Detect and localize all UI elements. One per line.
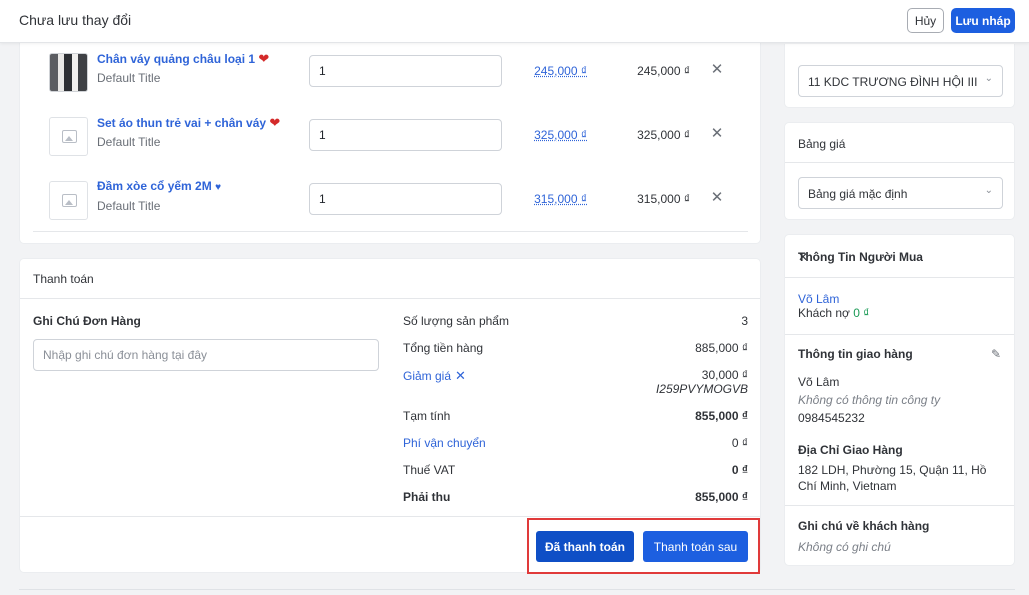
- summary-row-subtotal: Tổng tiền hàng 885,000 ₫: [403, 341, 748, 359]
- product-row: Chân váy quảng châu loại 1 ❤ Default Tit…: [20, 40, 762, 104]
- discount-link[interactable]: Giảm giá ✕: [403, 368, 466, 384]
- product-thumbnail: [49, 181, 88, 220]
- product-row: Đầm xòe cổ yếm 2M ♥ Default Title 315,00…: [20, 168, 762, 232]
- quantity-input[interactable]: [309, 183, 502, 215]
- line-total: 325,000 ₫: [637, 128, 690, 142]
- shipping-info-title: Thông tin giao hàng: [798, 347, 913, 361]
- buyer-title: Thông Tin Người Mua: [798, 250, 923, 264]
- product-name-link[interactable]: Set áo thun trẻ vai + chân váy ❤: [97, 115, 280, 131]
- order-note-input[interactable]: [33, 339, 379, 371]
- company-info: Không có thông tin công ty: [798, 393, 941, 407]
- debt-value: 0 ₫: [853, 306, 870, 320]
- chevron-down-icon: ⌄: [984, 185, 993, 196]
- unit-price-link[interactable]: 315,000 ₫: [534, 192, 587, 206]
- ship-name: Võ Lâm: [798, 375, 840, 389]
- line-total: 315,000 ₫: [637, 192, 690, 206]
- shipping-address: 182 LDH, Phường 15, Quận 11, Hồ Chí Minh…: [798, 463, 987, 493]
- pricelist-select[interactable]: Bảng giá mặc định ⌄: [798, 177, 1003, 209]
- divider: [785, 505, 1014, 506]
- close-icon[interactable]: ✕: [709, 62, 725, 78]
- order-note-label: Ghi Chú Đơn Hàng: [33, 314, 141, 328]
- summary-label: Tạm tính: [403, 409, 451, 423]
- product-thumbnail: [49, 53, 88, 92]
- summary-label: Phải thu: [403, 490, 451, 504]
- close-icon[interactable]: ✕: [709, 126, 725, 142]
- pricelist-title: Bảng giá: [798, 137, 846, 151]
- product-thumbnail: [49, 117, 88, 156]
- page-title: Chưa lưu thay đổi: [19, 12, 132, 28]
- unit-price-link[interactable]: 245,000 ₫: [534, 64, 587, 78]
- line-total: 245,000 ₫: [637, 64, 690, 78]
- product-variant: Default Title: [97, 199, 161, 213]
- summary-value: 0 ₫: [731, 436, 748, 450]
- close-icon[interactable]: ✕: [798, 250, 808, 265]
- heart-icon: ❤: [269, 115, 281, 130]
- buyer-header: Thông Tin Người Mua ✕: [785, 235, 1014, 278]
- shipping-fee-link[interactable]: Phí vận chuyển: [403, 436, 486, 450]
- pricelist-card: Bảng giá Bảng giá mặc định ⌄: [784, 122, 1015, 220]
- select-value: 11 KDC TRƯƠNG ĐÌNH HỘI III: [808, 75, 978, 89]
- summary-value: 30,000 ₫: [701, 368, 748, 382]
- summary-row-vat: Thuế VAT 0 ₫: [403, 463, 748, 481]
- summary-value: 855,000 ₫: [695, 490, 748, 504]
- image-placeholder-icon: [62, 130, 77, 143]
- summary-label: Tổng tiền hàng: [403, 341, 484, 355]
- divider: [19, 589, 1015, 590]
- unit-price-link[interactable]: 325,000 ₫: [534, 128, 587, 142]
- top-bar: Chưa lưu thay đổi Hủy Lưu nháp: [0, 0, 1029, 43]
- summary-label: Thuế VAT: [403, 463, 456, 477]
- product-name-link[interactable]: Đầm xòe cổ yếm 2M ♥: [97, 179, 221, 193]
- customer-note-title: Ghi chú về khách hàng: [798, 519, 930, 533]
- discount-code: I259PVYMOGVB: [655, 382, 748, 396]
- summary-row-discount: Giảm giá ✕ 30,000 ₫ I259PVYMOGVB: [403, 368, 748, 402]
- buyer-info-card: Thông Tin Người Mua ✕ Võ Lâm Khách nợ 0 …: [784, 234, 1015, 566]
- summary-value: 885,000 ₫: [695, 341, 748, 355]
- address-title: Địa Chỉ Giao Hàng: [798, 443, 903, 457]
- image-placeholder-icon: [62, 194, 77, 207]
- close-icon[interactable]: ✕: [709, 190, 725, 206]
- product-row: Set áo thun trẻ vai + chân váy ❤ Default…: [20, 104, 762, 168]
- summary-row-quantity: Số lượng sản phẩm 3: [403, 314, 748, 332]
- chevron-down-icon: ⌄: [984, 73, 993, 84]
- divider: [33, 231, 748, 232]
- pricelist-header: Bảng giá: [785, 123, 1014, 163]
- summary-row-due: Phải thu 855,000 ₫: [403, 490, 748, 508]
- buyer-debt: Khách nợ 0 ₫: [798, 306, 870, 320]
- remove-discount-icon[interactable]: ✕: [455, 368, 466, 383]
- pay-later-button[interactable]: Thanh toán sau: [643, 531, 748, 562]
- cancel-button[interactable]: Hủy: [907, 8, 944, 33]
- payment-card: Thanh toán Ghi Chú Đơn Hàng Số lượng sản…: [19, 258, 761, 574]
- paid-button[interactable]: Đã thanh toán: [536, 531, 634, 562]
- summary-value: 3: [741, 314, 748, 328]
- summary-row-shipping: Phí vận chuyển 0 ₫: [403, 436, 748, 454]
- customer-note: Không có ghi chú: [798, 540, 891, 554]
- summary-value: 855,000 ₫: [695, 409, 748, 423]
- branch-select[interactable]: 11 KDC TRƯƠNG ĐÌNH HỘI III ⌄: [798, 65, 1003, 97]
- summary-label: Số lượng sản phẩm: [403, 314, 509, 328]
- product-list-card: Chân váy quảng châu loại 1 ❤ Default Tit…: [19, 40, 761, 244]
- product-variant: Default Title: [97, 71, 161, 85]
- divider: [785, 334, 1014, 335]
- heart-icon: ❤: [258, 51, 270, 66]
- divider: [20, 516, 760, 517]
- product-variant: Default Title: [97, 135, 161, 149]
- summary-row-provisional: Tạm tính 855,000 ₫: [403, 409, 748, 427]
- quantity-input[interactable]: [309, 119, 502, 151]
- summary-value: 0 ₫: [731, 463, 748, 477]
- product-name-link[interactable]: Chân váy quảng châu loại 1 ❤: [97, 51, 269, 67]
- buyer-name-link[interactable]: Võ Lâm: [798, 292, 839, 306]
- phone-number: 0984545232: [798, 411, 865, 425]
- save-draft-button[interactable]: Lưu nháp: [951, 8, 1015, 33]
- select-value: Bảng giá mặc định: [808, 187, 908, 201]
- branch-card: 11 KDC TRƯƠNG ĐÌNH HỘI III ⌄: [784, 44, 1015, 108]
- heart-icon: ♥: [215, 182, 221, 193]
- payment-title: Thanh toán: [33, 272, 94, 286]
- pencil-icon[interactable]: ✎: [991, 347, 1001, 361]
- payment-header: Thanh toán: [20, 259, 760, 299]
- quantity-input[interactable]: [309, 55, 502, 87]
